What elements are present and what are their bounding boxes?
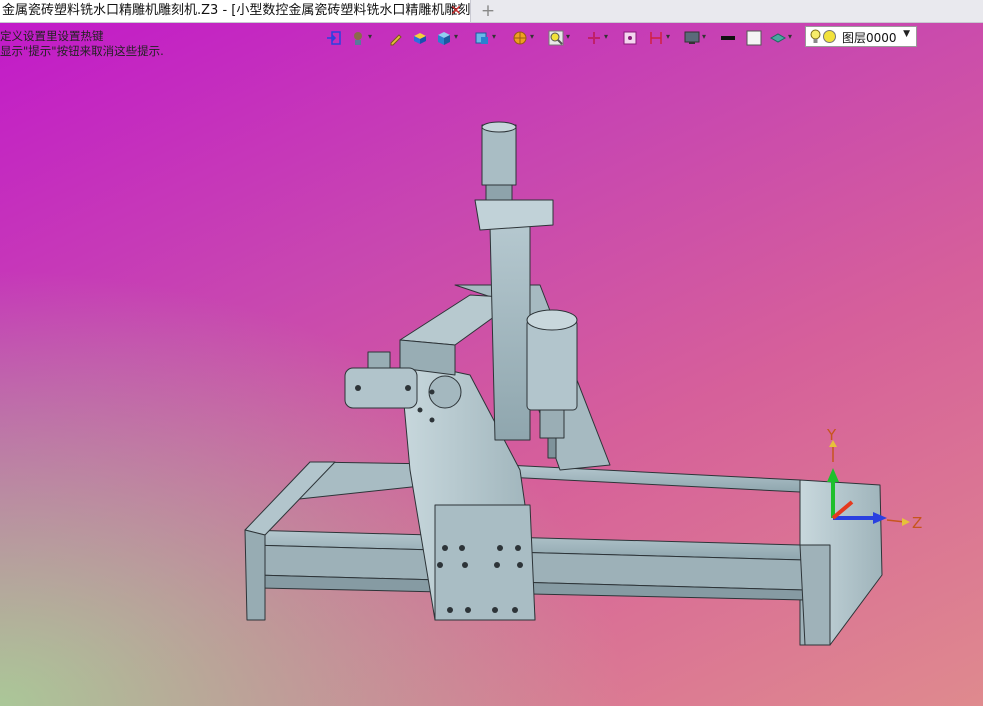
chevron-down-icon: ▾ [666,32,671,41]
chevron-down-icon: ▾ [530,32,535,41]
chevron-down-icon: ▾ [788,32,793,41]
close-icon[interactable]: ✕ [447,0,465,22]
chevron-down-icon: ▾ [604,32,609,41]
line-color-icon [721,36,735,40]
shaded-box-icon [414,33,426,44]
face-color-icon [746,30,762,46]
cube-view-icon [438,32,450,45]
monitor-icon [684,31,700,44]
layer-shape-icon [770,33,786,43]
layer-color-icon [823,30,836,43]
chevron-down-icon: ▾ [368,32,373,41]
zoom-icon [548,30,564,46]
pencil-icon [390,34,402,46]
selection-box-icon [623,31,637,45]
exit-sketch-icon [327,31,341,45]
cube-face-icon [475,32,488,44]
axis-triad: Y Z [826,426,922,532]
hint-panel: 定义设置里设置热键 显示"提示"按钮来取消这些提示. [0,29,164,59]
chevron-down-icon: ▾ [454,32,459,41]
hint-line: 显示"提示"按钮来取消这些提示. [0,44,164,58]
bulb-icon [810,29,821,43]
chevron-down-icon: ▾ [492,32,497,41]
view-icon [354,32,362,45]
render-mode-icon [513,31,527,45]
document-tab-bar: 金属瓷砖塑料铣水口精雕机雕刻机.Z3 - [小型数控金属瓷砖塑料铣水口精雕机雕刻… [0,0,983,23]
chevron-down-icon: ▼ [903,29,910,39]
layer-select-value: 图层0000 [842,31,897,45]
chevron-down-icon: ▾ [566,32,571,41]
origin-icon [588,32,600,44]
hint-line: 定义设置里设置热键 [0,29,104,43]
dimension-icon [650,32,662,44]
plus-icon[interactable]: + [480,0,496,22]
chevron-down-icon: ▾ [702,32,707,41]
cnc-machine-model[interactable]: Y Z [0,0,983,706]
layer-select[interactable]: 图层0000 ▼ [805,26,917,47]
document-tab[interactable]: 金属瓷砖塑料铣水口精雕机雕刻机.Z3 - [小型数控金属瓷砖塑料铣水口精雕机雕刻… [0,0,471,22]
y-axis-label: Y [826,426,837,444]
document-tab-title: 金属瓷砖塑料铣水口精雕机雕刻机.Z3 - [小型数控金属瓷砖塑料铣水口精雕机雕刻… [2,3,471,18]
z-axis-label: Z [912,514,922,532]
